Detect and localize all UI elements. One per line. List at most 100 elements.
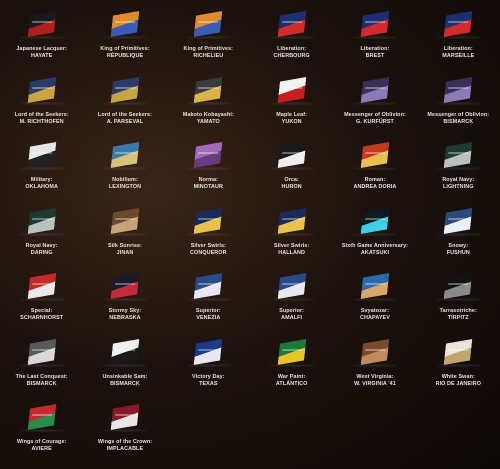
camouflage-item[interactable]: Messenger of Oblivion: BISMARCK: [417, 72, 500, 138]
camouflage-item[interactable]: Royal Navy: DARING: [0, 203, 83, 269]
camouflage-item[interactable]: The Last Conquest: BISMARCK: [0, 334, 83, 400]
camouflage-item[interactable]: Unsinkable Sam: BISMARCK: [83, 334, 166, 400]
camouflage-item[interactable]: Liberation: MARSEILLE: [417, 6, 500, 72]
camouflage-item[interactable]: Silk Sunrise: JINAN: [83, 203, 166, 269]
camouflage-flag-icon: [277, 273, 306, 299]
camouflage-label: Snowy: FUSHUN: [447, 243, 470, 257]
camouflage-series: Tarrasotriche:: [439, 308, 477, 314]
ship-name: BISMARCK: [110, 380, 140, 387]
camouflage-item[interactable]: Liberation: BREST: [333, 6, 416, 72]
camouflage-series: Special:: [30, 308, 53, 314]
camouflage-flag-icon: [444, 142, 473, 168]
ship-name: IMPLACABLE: [106, 446, 144, 452]
ship-name: HURON: [281, 184, 302, 190]
camouflage-label: Silver Swirls: CONQUEROR: [190, 243, 227, 257]
item-glow: [353, 232, 398, 236]
camouflage-item[interactable]: Norma: MINOTAUR: [167, 137, 250, 203]
camouflage-label: Military: OKLAHOMA: [25, 177, 58, 191]
camouflage-item[interactable]: Lord of the Seekers: M. RICHTHOFEN: [0, 72, 83, 138]
camouflage-item[interactable]: Victory Day: TEXAS: [167, 334, 250, 400]
camouflage-label: King of Primitives: RÉPUBLIQUE: [100, 46, 150, 60]
camouflage-series: War Paint:: [277, 373, 306, 380]
camouflage-item[interactable]: Roman: ANDREA DORIA: [333, 137, 416, 203]
item-glow: [436, 101, 481, 105]
camouflage-label: Liberation: CHERBOURG: [274, 46, 310, 60]
item-glow: [436, 167, 481, 170]
camouflage-series: Unsinkable Sam:: [102, 373, 148, 380]
camouflage-label: Superior: VENEZIA: [196, 308, 221, 322]
camouflage-flag-icon: [111, 142, 140, 168]
item-glow: [269, 36, 314, 39]
item-glow: [20, 36, 64, 39]
camouflage-item[interactable]: Silver Swirls: HALLAND: [250, 203, 333, 269]
camouflage-label: Messenger of Oblivion: G. KURFÜRST: [344, 112, 406, 126]
camouflage-label: Royal Navy: LIGHTNING: [442, 177, 474, 191]
camouflage-item[interactable]: Snowy: FUSHUN: [417, 203, 500, 269]
camouflage-item[interactable]: White Swan: RIO DE JANEIRO: [417, 334, 500, 400]
camouflage-item[interactable]: Wings of the Crown: IMPLACABLE: [83, 399, 166, 465]
camouflage-item[interactable]: Svyatozar: CHAPAYEV: [333, 268, 416, 334]
camouflage-flag-icon: [361, 77, 390, 103]
item-glow: [20, 298, 64, 301]
camouflage-series: Roman:: [364, 177, 386, 183]
ship-name: DARING: [30, 249, 53, 256]
camouflage-label: War Paint: ATLÁNTICO: [276, 374, 308, 388]
camouflage-series: King of Primitives:: [100, 46, 150, 52]
camouflage-item[interactable]: Special: SCHARNHORST: [0, 268, 83, 334]
camouflage-series: Royal Navy:: [442, 177, 475, 183]
camouflage-flag-icon: [444, 208, 473, 234]
camouflage-item[interactable]: Superior: VENEZIA: [167, 268, 250, 334]
item-glow: [20, 363, 64, 367]
camouflage-item[interactable]: Military: OKLAHOMA: [0, 137, 83, 203]
item-glow: [436, 298, 481, 301]
camouflage-label: Makoto Kobayashi: YAMATO: [183, 112, 234, 126]
ship-name: BISMARCK: [443, 118, 474, 125]
camouflage-series: Maple Leaf:: [276, 111, 308, 118]
camouflage-item[interactable]: Sixth Game Anniversary: AKATSUKI: [333, 203, 416, 269]
camouflage-label: Silver Swirls: HALLAND: [274, 243, 309, 257]
camouflage-flag-icon: [361, 11, 390, 37]
ship-name: MARSEILLE: [442, 53, 475, 59]
camouflage-item[interactable]: Liberation: CHERBOURG: [250, 6, 333, 72]
camouflage-item[interactable]: King of Primitives: RICHELIEU: [167, 6, 250, 72]
camouflage-item[interactable]: Japanese Lacquer: HAYATE: [0, 6, 83, 72]
camouflage-item[interactable]: Maple Leaf: YUKON: [250, 72, 333, 138]
camouflage-grid: Japanese Lacquer: HAYATE King of Primitive…: [0, 6, 500, 465]
camouflage-item[interactable]: War Paint: ATLÁNTICO: [250, 334, 333, 400]
camouflage-label: Wings of Courage: AVIERE: [17, 439, 67, 453]
item-glow: [186, 232, 231, 236]
ship-name: FUSHUN: [446, 249, 470, 256]
camouflage-flag-icon: [361, 208, 390, 234]
camouflage-item[interactable]: Orca: HURON: [250, 137, 333, 203]
ship-name: AMALFI: [281, 315, 303, 321]
camouflage-series: Lord of the Seekers:: [97, 111, 153, 118]
ship-name: A. PARSEVAL: [106, 118, 144, 125]
ship-name: NEBRASKA: [109, 315, 141, 321]
camouflage-item[interactable]: Lord of the Seekers: A. PARSEVAL: [83, 72, 166, 138]
camouflage-item[interactable]: Silver Swirls: CONQUEROR: [167, 203, 250, 269]
item-glow: [103, 36, 148, 39]
camouflage-flag-icon: [194, 142, 223, 168]
camouflage-item[interactable]: Wings of Courage: AVIERE: [0, 399, 83, 465]
item-glow: [186, 298, 231, 301]
camouflage-flag-icon: [111, 339, 140, 365]
ship-name: SCHARNHORST: [20, 315, 64, 321]
camouflage-series: Lord of the Seekers:: [14, 111, 69, 118]
camouflage-label: The Last Conquest: BISMARCK: [16, 374, 68, 388]
camouflage-item[interactable]: Royal Navy: LIGHTNING: [417, 137, 500, 203]
item-glow: [269, 101, 314, 105]
camouflage-item[interactable]: West Virginia: W. VIRGINIA '41: [333, 334, 416, 400]
camouflage-item[interactable]: Tarrasotriche: TIRPITZ: [417, 268, 500, 334]
camouflage-series: Stormy Sky:: [108, 308, 142, 314]
camouflage-item[interactable]: Messenger of Oblivion: G. KURFÜRST: [333, 72, 416, 138]
ship-name: RIO DE JANEIRO: [435, 380, 482, 387]
camouflage-item[interactable]: Superior: AMALFI: [250, 268, 333, 334]
camouflage-flag-icon: [111, 77, 140, 103]
camouflage-item[interactable]: Stormy Sky: NEBRASKA: [83, 268, 166, 334]
ship-name: CHERBOURG: [273, 53, 310, 59]
camouflage-item[interactable]: King of Primitives: RÉPUBLIQUE: [83, 6, 166, 72]
camouflage-item[interactable]: Nobilium: LEXINGTON: [83, 137, 166, 203]
camouflage-flag-icon: [27, 273, 56, 299]
camouflage-item[interactable]: Makoto Kobayashi: YAMATO: [167, 72, 250, 138]
item-glow: [353, 101, 398, 105]
